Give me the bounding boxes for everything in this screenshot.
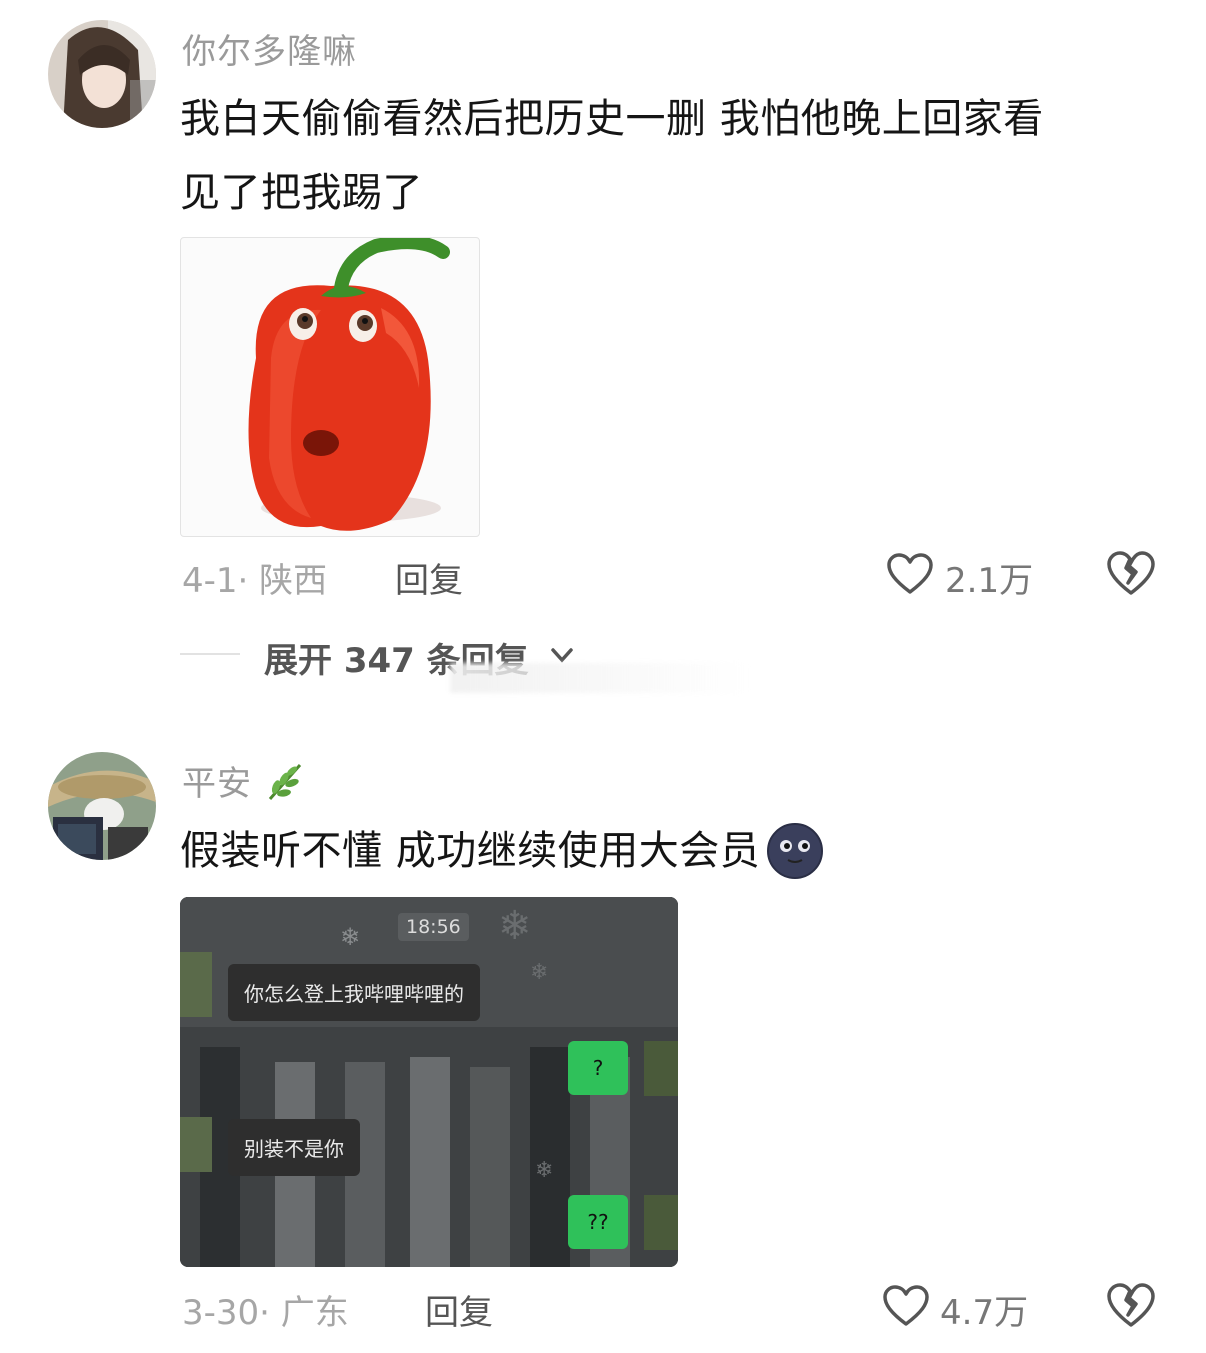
like-count: 2.1万: [945, 561, 1034, 601]
divider: [180, 653, 240, 655]
chat-bubble-sent: ?: [568, 1041, 628, 1095]
comment-meta: 4-1· 陕西: [182, 561, 328, 601]
comment-text-line: 见了把我踢了: [180, 170, 423, 216]
avatar[interactable]: [48, 752, 156, 860]
like-count: 4.7万: [940, 1293, 1029, 1333]
svg-text:❄: ❄: [530, 960, 548, 985]
like-icon[interactable]: [882, 1284, 930, 1328]
comment-text-line: 我白天偷偷看然后把历史一删 我怕他晚上回家看: [180, 96, 1044, 142]
username-row: 平安: [182, 756, 306, 805]
chat-bubble-received: 别装不是你: [228, 1119, 360, 1176]
pepper-meme-image[interactable]: [180, 237, 480, 537]
comment-text-row: 假装听不懂 成功继续使用大会员: [180, 814, 824, 888]
reply-button[interactable]: 回复: [395, 553, 463, 602]
blur-overlay: [450, 663, 750, 693]
dislike-broken-heart-icon[interactable]: [1106, 1282, 1156, 1330]
moon-face-emoji-icon: [766, 822, 824, 880]
like-icon[interactable]: [886, 552, 934, 596]
reply-button[interactable]: 回复: [425, 1285, 493, 1334]
chat-bubble-sent: ??: [568, 1195, 628, 1249]
comment-text: 我白天偷偷看然后把历史一删 我怕他晚上回家看 见了把我踢了: [180, 82, 1180, 230]
chat-timestamp: 18:56: [398, 913, 469, 941]
username[interactable]: 平安: [182, 756, 252, 805]
comment-meta: 3-30· 广东: [182, 1293, 349, 1333]
svg-text:❄: ❄: [340, 923, 360, 951]
dislike-broken-heart-icon[interactable]: [1106, 550, 1156, 598]
svg-text:❄: ❄: [498, 903, 532, 949]
username[interactable]: 你尔多隆嘛: [182, 24, 357, 73]
svg-text:❄: ❄: [535, 1158, 553, 1183]
comment-text: 假装听不懂 成功继续使用大会员: [180, 828, 761, 874]
leaf-icon: [262, 759, 306, 803]
chat-screenshot-image[interactable]: ❄ ❄ ❄ ❄ 18:56 你怎么登上我哔哩哔哩的 ? 别装不是你 ??: [180, 897, 678, 1267]
avatar[interactable]: [48, 20, 156, 128]
chat-bubble-received: 你怎么登上我哔哩哔哩的: [228, 964, 480, 1021]
